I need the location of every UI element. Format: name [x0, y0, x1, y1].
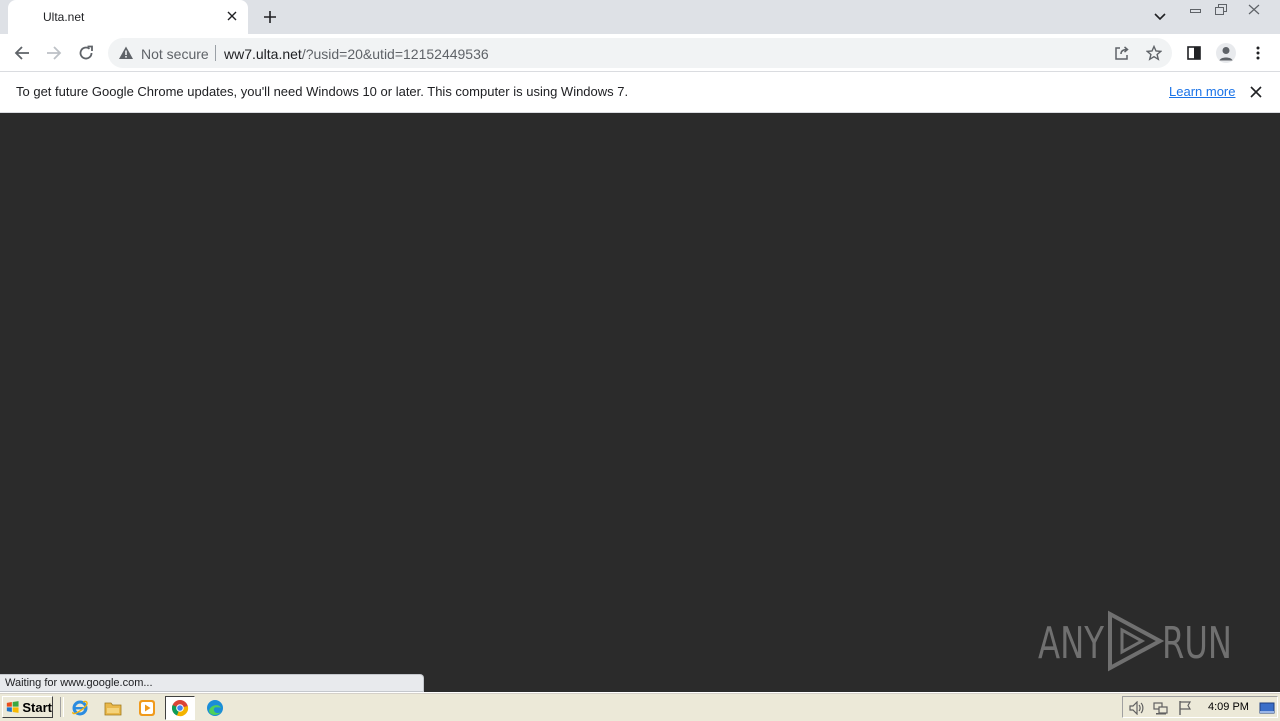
tab-strip: Ulta.net	[0, 0, 1280, 34]
infobar-message: To get future Google Chrome updates, you…	[16, 84, 629, 99]
learn-more-link[interactable]: Learn more	[1169, 84, 1235, 99]
network-icon[interactable]	[1153, 700, 1169, 716]
infobar-close-icon[interactable]	[1248, 84, 1264, 100]
window-close-icon[interactable]	[1236, 1, 1272, 17]
tab-close-icon[interactable]	[224, 8, 240, 24]
show-desktop-icon[interactable]	[1259, 700, 1275, 716]
reload-icon[interactable]	[75, 42, 97, 64]
taskbar-clock[interactable]: 4:09 PM	[1208, 701, 1249, 713]
status-text: Waiting for www.google.com...	[5, 677, 153, 689]
system-tray: 4:09 PM	[1122, 696, 1278, 718]
volume-icon[interactable]	[1129, 700, 1145, 716]
warning-triangle-icon[interactable]	[118, 45, 134, 61]
new-tab-icon[interactable]	[260, 7, 280, 27]
back-arrow-icon[interactable]	[11, 42, 33, 64]
action-center-flag-icon[interactable]	[1177, 700, 1193, 716]
restore-icon[interactable]	[1210, 1, 1232, 17]
windows-taskbar: Start 4:09 PM	[0, 692, 1280, 721]
watermark-any-text: ANY	[1038, 618, 1104, 669]
url-host: ww7.ulta.net	[224, 46, 302, 62]
omnibox-divider	[215, 45, 216, 61]
url-text[interactable]: ww7.ulta.net/?usid=20&utid=12152449536	[224, 46, 489, 62]
share-icon[interactable]	[1113, 45, 1131, 61]
start-button[interactable]: Start	[2, 696, 53, 718]
watermark-run-text: RUN	[1162, 618, 1232, 669]
address-bar[interactable]: Not secure ww7.ulta.net/?usid=20&utid=12…	[108, 38, 1172, 68]
edge-icon[interactable]	[204, 697, 226, 719]
page-content	[0, 113, 1280, 691]
browser-toolbar: Not secure ww7.ulta.net/?usid=20&utid=12…	[0, 34, 1280, 72]
start-label: Start	[22, 699, 52, 715]
media-player-icon[interactable]	[136, 697, 158, 719]
status-bubble: Waiting for www.google.com...	[0, 674, 424, 692]
browser-tab[interactable]: Ulta.net	[8, 0, 248, 34]
windows-logo-icon	[6, 701, 19, 713]
anyrun-watermark: ANY RUN	[1038, 608, 1234, 674]
ie-icon[interactable]	[69, 697, 91, 719]
update-infobar: To get future Google Chrome updates, you…	[0, 72, 1280, 113]
minimize-icon[interactable]	[1185, 1, 1206, 17]
taskbar-separator	[60, 697, 64, 717]
tab-search-chevron-icon[interactable]	[1151, 8, 1169, 26]
url-path: /?usid=20&utid=12152449536	[301, 46, 489, 62]
bookmark-star-icon[interactable]	[1145, 45, 1163, 61]
tab-title: Ulta.net	[43, 10, 85, 24]
security-label[interactable]: Not secure	[141, 46, 209, 62]
forward-arrow-icon[interactable]	[43, 42, 65, 64]
anyrun-logo-icon: ANY RUN	[1038, 610, 1232, 672]
profile-avatar-icon[interactable]	[1215, 42, 1237, 64]
chrome-menu-icon[interactable]	[1247, 42, 1269, 64]
chrome-icon[interactable]	[165, 696, 195, 720]
explorer-icon[interactable]	[102, 697, 124, 719]
side-panel-icon[interactable]	[1183, 42, 1205, 64]
